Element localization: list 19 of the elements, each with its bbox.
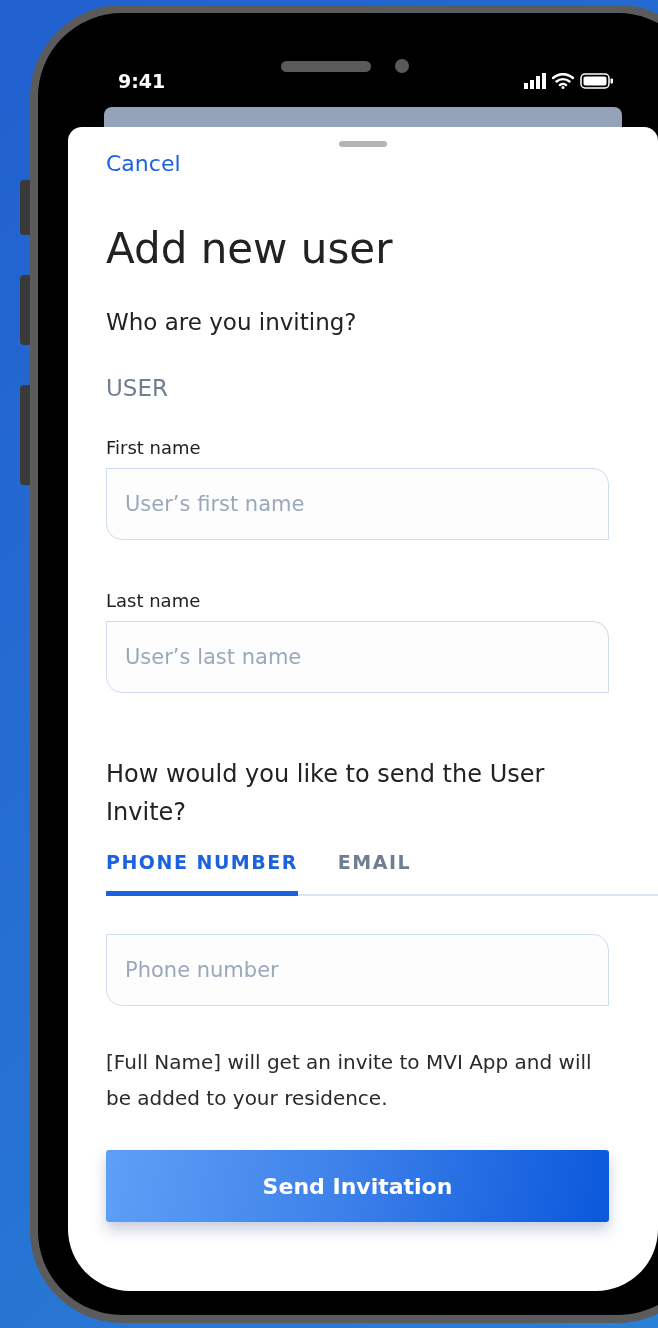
field-label: First name	[106, 437, 202, 458]
field-label: Last name	[106, 590, 202, 611]
battery-icon	[580, 73, 614, 89]
wifi-icon	[552, 73, 574, 89]
input-field[interactable]: User’s last name	[106, 621, 609, 693]
tab[interactable]: EMAIL	[337, 851, 412, 896]
tab[interactable]: PHONE NUMBER	[106, 851, 298, 896]
section-heading: How would you like to send the User Invite?	[106, 759, 546, 828]
info-text: [Full Name] will get an invite to MVI App and will be added to your residence.	[106, 1049, 593, 1112]
send-button[interactable]: Send Invitation	[106, 1150, 609, 1222]
input-field[interactable]: User’s first name	[106, 468, 609, 540]
page-title: Add new user	[106, 224, 394, 273]
status-time: 9:41	[118, 70, 166, 92]
cancel-link[interactable]: Cancel	[106, 151, 181, 176]
group-label: USER	[106, 375, 169, 401]
drag-handle[interactable]	[339, 141, 387, 147]
input-field[interactable]: Phone number	[106, 934, 609, 1006]
section-heading: Who are you inviting?	[106, 309, 358, 335]
signal-icon	[524, 73, 546, 89]
